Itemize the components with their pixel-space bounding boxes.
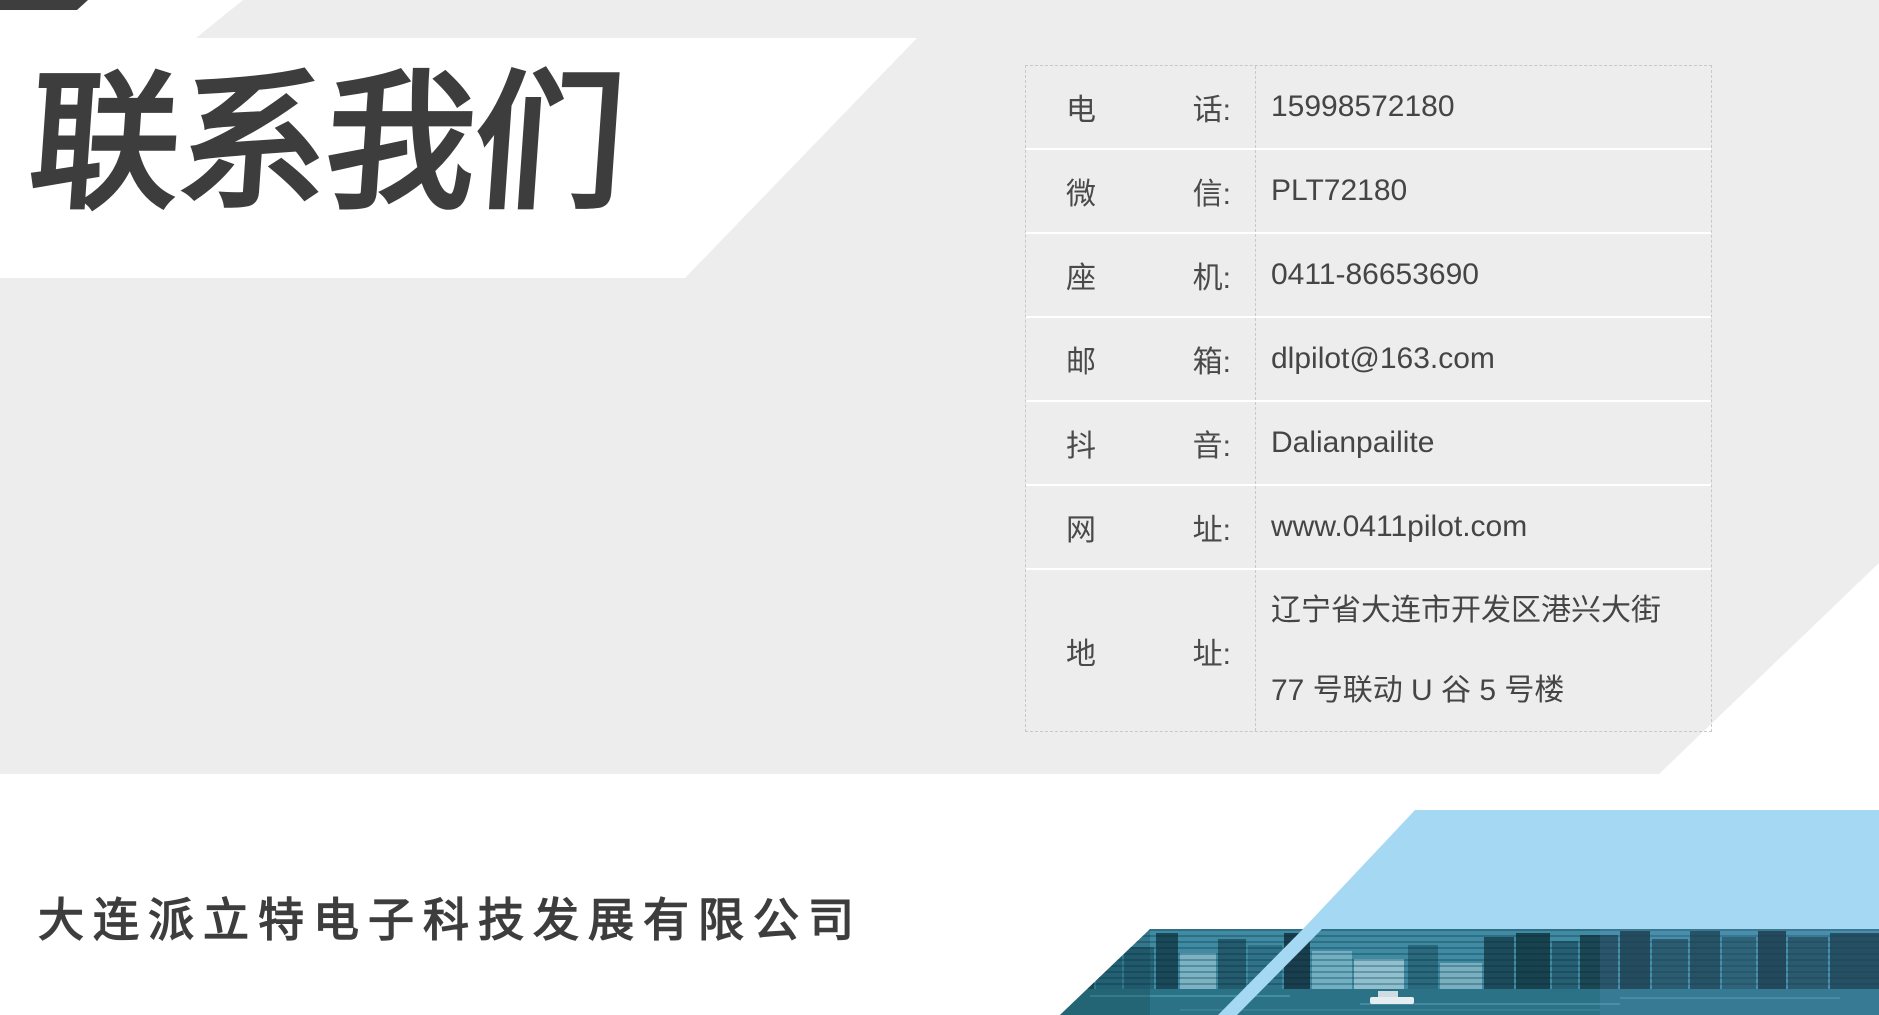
row-value: Dalianpailite [1256, 402, 1711, 484]
address-line-2: 77 号联动 U 谷 5 号楼 [1271, 651, 1564, 731]
row-label: 网 址: [1026, 486, 1256, 568]
page-title: 联系我们 [25, 66, 628, 221]
row-label: 抖 音: [1026, 402, 1256, 484]
row-label: 邮 箱: [1026, 318, 1256, 400]
table-row-address: 地 址: 辽宁省大连市开发区港兴大街 77 号联动 U 谷 5 号楼 [1026, 570, 1711, 731]
label-char: 微 [1066, 169, 1096, 213]
row-value: PLT72180 [1256, 150, 1711, 232]
label-char: 址: [1193, 505, 1231, 549]
cityscape-skyline-graphic [1060, 929, 1879, 1015]
table-row-phone: 电 话: 15998572180 [1026, 66, 1711, 150]
label-char: 信: [1193, 169, 1231, 213]
row-value: www.0411pilot.com [1256, 486, 1711, 568]
label-char: 机: [1193, 253, 1231, 297]
row-value: 15998572180 [1256, 66, 1711, 148]
row-label: 电 话: [1026, 66, 1256, 148]
row-label: 微 信: [1026, 150, 1256, 232]
label-char: 座 [1066, 253, 1096, 297]
slide: 联系我们 电 话: 15998572180 微 信: PLT72180 座 [0, 0, 1879, 1015]
label-char: 电 [1066, 85, 1096, 129]
label-char: 话: [1193, 85, 1231, 129]
label-char: 箱: [1193, 337, 1231, 381]
contact-table: 电 话: 15998572180 微 信: PLT72180 座 机: 0411… [1025, 65, 1712, 732]
row-value: 0411-86653690 [1256, 234, 1711, 316]
row-label: 地 址: [1026, 570, 1256, 731]
table-row-email: 邮 箱: dlpilot@163.com [1026, 318, 1711, 402]
table-row-wechat: 微 信: PLT72180 [1026, 150, 1711, 234]
row-label: 座 机: [1026, 234, 1256, 316]
label-char: 网 [1066, 505, 1096, 549]
row-value: dlpilot@163.com [1256, 318, 1711, 400]
label-char: 音: [1193, 421, 1231, 465]
label-char: 邮 [1066, 337, 1096, 381]
table-row-landline: 座 机: 0411-86653690 [1026, 234, 1711, 318]
label-char: 地 [1066, 629, 1096, 673]
table-row-website: 网 址: www.0411pilot.com [1026, 486, 1711, 570]
table-row-douyin: 抖 音: Dalianpailite [1026, 402, 1711, 486]
company-name: 大连派立特电子科技发展有限公司 [38, 884, 863, 950]
label-char: 址: [1193, 629, 1231, 673]
address-line-1: 辽宁省大连市开发区港兴大街 [1271, 571, 1661, 651]
label-char: 抖 [1066, 421, 1096, 465]
row-value: 辽宁省大连市开发区港兴大街 77 号联动 U 谷 5 号楼 [1256, 570, 1711, 731]
